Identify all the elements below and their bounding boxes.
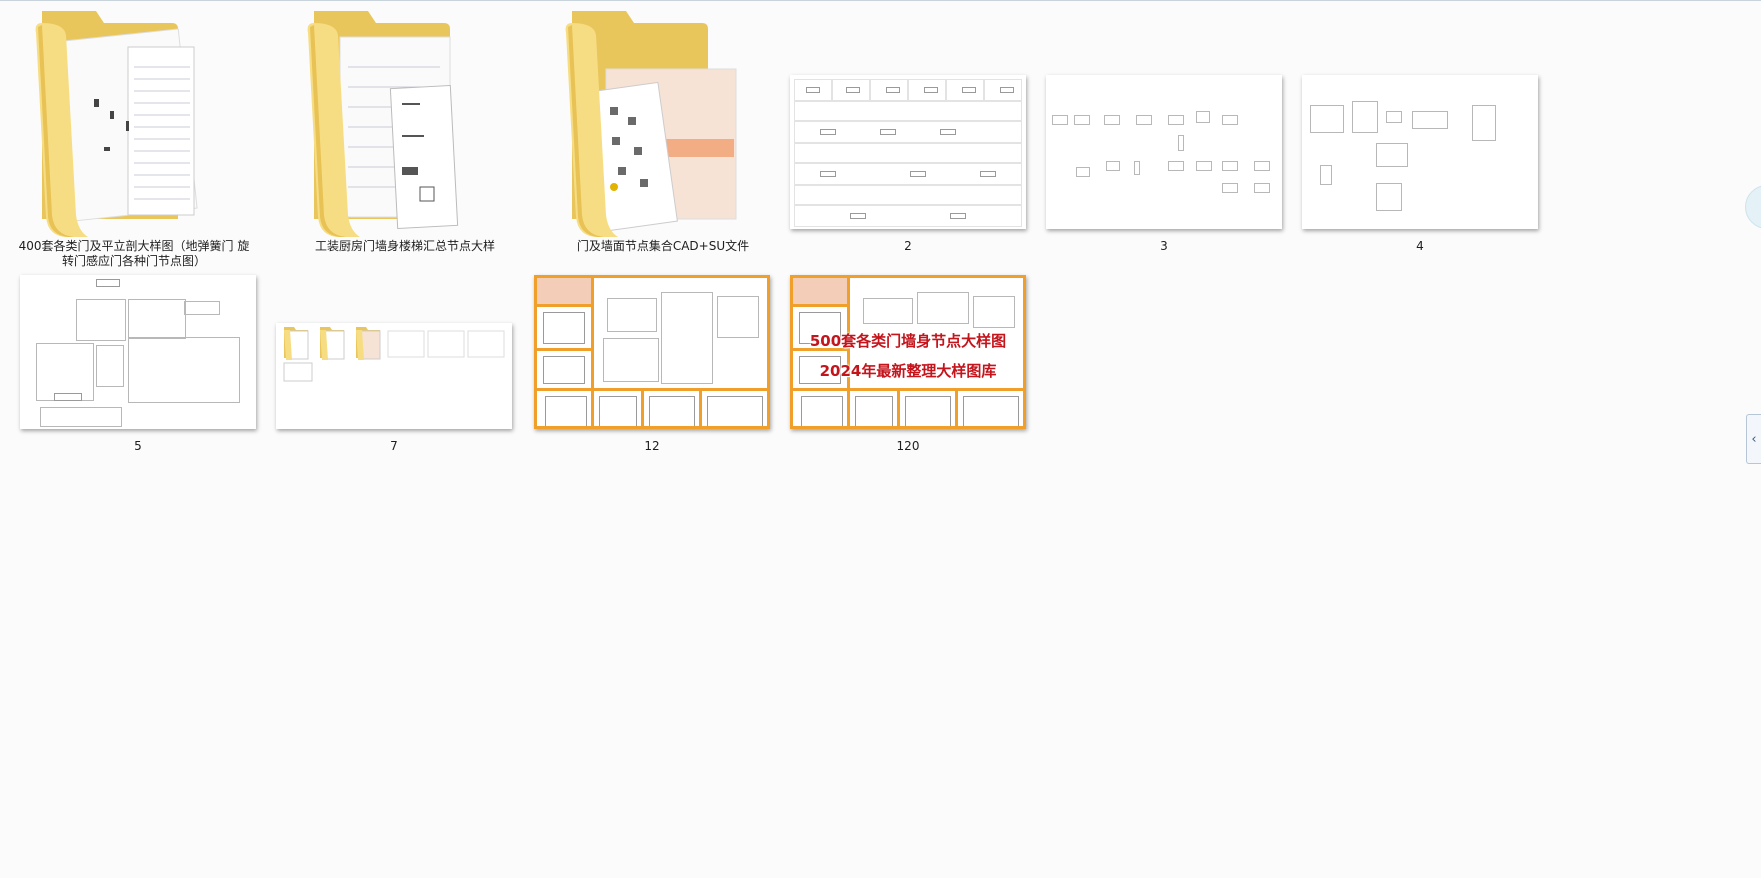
image-thumbnail xyxy=(534,275,770,429)
image-thumbnail xyxy=(276,323,512,429)
image-item-12[interactable]: 12 xyxy=(534,273,770,469)
image-label: 120 xyxy=(896,439,920,453)
image-item-4[interactable]: 4 xyxy=(1302,73,1538,269)
image-label: 12 xyxy=(644,439,660,453)
thumbnail-title-line-2: 2024年最新整理大样图库 xyxy=(819,362,997,380)
image-item-120[interactable]: 500套各类门墙身节点大样图 2024年最新整理大样图库 120 xyxy=(790,273,1026,469)
image-thumbnail xyxy=(1302,75,1538,229)
image-item-7[interactable]: 7 xyxy=(276,321,512,469)
folder-label: 门及墙面节点集合CAD+SU文件 xyxy=(576,239,750,253)
folder-item-1[interactable]: 400套各类门及平立剖大样图（地弹簧门 旋转门感应门各种门节点图） xyxy=(18,7,250,269)
folder-label: 400套各类门及平立剖大样图（地弹簧门 旋转门感应门各种门节点图） xyxy=(18,239,250,268)
image-thumbnail xyxy=(20,275,256,429)
image-thumbnail xyxy=(790,75,1026,229)
image-label: 5 xyxy=(134,439,142,453)
image-label: 3 xyxy=(1160,239,1168,253)
folder-label: 工装厨房门墙身楼梯汇总节点大样 xyxy=(314,239,495,253)
chevron-left-icon[interactable]: ‹ xyxy=(1746,414,1761,464)
thumbnail-title-line-1: 500套各类门墙身节点大样图 xyxy=(809,332,1007,350)
folder-icon xyxy=(35,11,198,237)
mini-folders xyxy=(283,327,505,382)
folder-item-2[interactable]: 工装厨房门墙身楼梯汇总节点大样 xyxy=(290,7,520,269)
image-thumbnail xyxy=(1046,75,1282,229)
image-item-5[interactable]: 5 xyxy=(20,273,256,469)
folder-icon xyxy=(307,11,459,237)
image-label: 7 xyxy=(390,439,398,453)
image-item-2[interactable]: 2 xyxy=(790,73,1026,269)
image-item-3[interactable]: 3 xyxy=(1046,73,1282,269)
folder-icon xyxy=(565,11,737,237)
image-label: 2 xyxy=(904,239,912,253)
image-label: 4 xyxy=(1416,239,1424,253)
image-thumbnail: 500套各类门墙身节点大样图 2024年最新整理大样图库 xyxy=(790,275,1026,429)
folder-item-3[interactable]: 门及墙面节点集合CAD+SU文件 xyxy=(548,7,778,269)
floating-circle-button[interactable] xyxy=(1745,185,1761,229)
